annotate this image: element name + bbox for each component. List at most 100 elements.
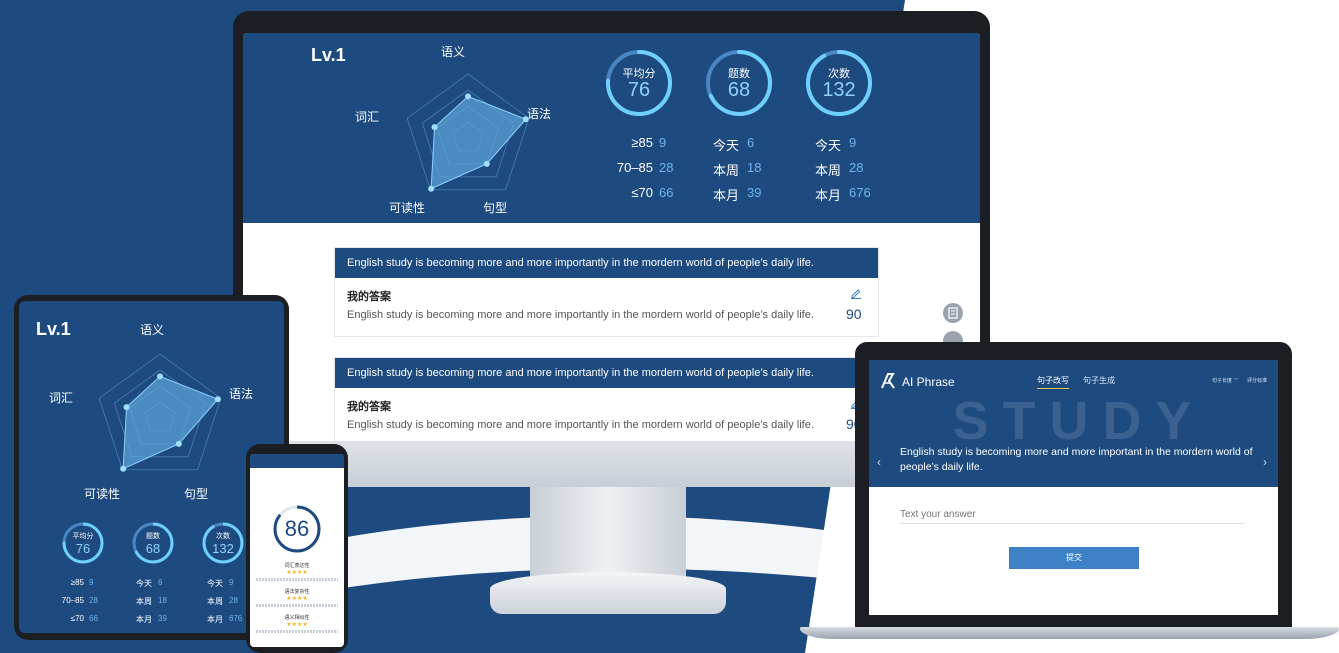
section-divider — [256, 630, 338, 633]
score-range-label: ≥85 — [70, 578, 84, 587]
scoring-criteria-link[interactable]: 评分标准 — [1247, 377, 1267, 384]
radar-axis-readability: 可读性 — [84, 487, 121, 501]
ring-count-value: 68 — [727, 79, 751, 101]
radar-chart — [406, 73, 530, 192]
times-period-label: 今天 — [815, 138, 842, 153]
star-rating: ★★★★ — [286, 622, 308, 628]
ring-times-value: 132 — [822, 79, 856, 101]
ring-times-value: 132 — [212, 541, 234, 556]
score-range-label: ≤70 — [631, 185, 653, 200]
answer-card: English study is becoming more and more … — [334, 247, 879, 337]
radar-chart — [98, 353, 222, 472]
ring-average-label: 平均分 — [72, 533, 94, 540]
radar-point — [431, 124, 438, 131]
score-range-label: 70–85 — [616, 160, 653, 175]
radar-point — [465, 93, 471, 100]
times-period-value: 676 — [229, 614, 243, 623]
edit-icon[interactable] — [850, 286, 862, 299]
section-title: 语法复杂性 — [284, 589, 310, 595]
ring-average-value: 76 — [627, 79, 651, 101]
radar-area — [430, 95, 527, 190]
score-range-value: 28 — [89, 596, 98, 605]
answer-input[interactable] — [900, 505, 1245, 524]
score-range-label: ≤70 — [70, 614, 84, 623]
total-score-value: 86 — [284, 516, 310, 541]
logo-icon[interactable] — [879, 372, 897, 390]
times-period-value: 28 — [229, 596, 238, 605]
times-period-label: 今天 — [207, 579, 223, 588]
radar-axis-vocabulary: 词汇 — [355, 110, 380, 124]
level-label: Lv.1 — [36, 319, 71, 339]
radar-point — [214, 396, 221, 403]
level-label: Lv.1 — [311, 45, 346, 65]
score-section: 语义相似性 ★★★★ — [250, 614, 344, 640]
question-prompt: English study is becoming more and more … — [335, 358, 878, 388]
radar-point — [428, 185, 435, 192]
section-divider — [256, 604, 338, 607]
next-arrow-icon[interactable]: › — [1263, 455, 1267, 469]
ring-question-count: 题数 68 — [705, 49, 773, 117]
answer-card: English study is becoming more and more … — [334, 357, 879, 441]
score-range-value: 9 — [659, 135, 667, 150]
score-section: 语法复杂性 ★★★★ — [250, 588, 344, 614]
laptop-base — [800, 627, 1339, 639]
hero-banner: STUDY AI Phrase 句子改写 句子生成 句子长度 ﹀ 评分标准 ‹ … — [869, 360, 1278, 487]
notes-icon[interactable] — [943, 303, 963, 323]
tab-generate[interactable]: 句子生成 — [1083, 375, 1115, 386]
radar-axis-semantic: 语义 — [441, 45, 466, 59]
star-rating: ★★★★ — [286, 570, 308, 576]
my-answer-text: English study is becoming more and more … — [347, 309, 814, 321]
ring-average-score: 平均分 76 — [62, 522, 104, 564]
tablet-screen: Lv.1 语义 语法 句型 可读性 词汇 平均分 76 题数 68 次数 132… — [19, 301, 284, 633]
stats-panel: Lv.1 语义 语法 句型 可读性 词汇 平均分 76 题数 68 次数 132… — [243, 33, 980, 223]
times-period-label: 本周 — [207, 597, 223, 606]
times-period-label: 本月 — [207, 615, 223, 624]
radar-area — [122, 375, 219, 470]
radar-point — [175, 440, 182, 447]
prev-arrow-icon[interactable]: ‹ — [877, 455, 881, 469]
monitor-stand — [530, 487, 686, 577]
radar-axis-semantic: 语义 — [140, 323, 165, 337]
ring-times-label: 次数 — [216, 533, 230, 540]
count-period-label: 今天 — [713, 138, 740, 153]
question-prompt: English study is becoming more and more … — [335, 248, 878, 278]
radar-axis-grammar: 语法 — [229, 387, 254, 401]
submit-button[interactable]: 提交 — [1009, 547, 1139, 569]
star-rating: ★★★★ — [286, 596, 308, 602]
radar-axis-vocabulary: 词汇 — [49, 391, 74, 405]
radar-point — [123, 404, 130, 411]
times-period-label: 本周 — [815, 163, 842, 178]
section-title: 语义相似性 — [284, 615, 310, 621]
radar-axis-pattern: 句型 — [483, 201, 508, 215]
count-period-value: 39 — [158, 614, 167, 623]
radar-axis-grammar: 语法 — [527, 107, 552, 121]
count-period-label: 本月 — [136, 615, 152, 624]
score-range-value: 66 — [659, 185, 674, 200]
section-title: 词汇表达性 — [284, 563, 310, 569]
phone-status-bar — [250, 454, 344, 468]
times-period-label: 本月 — [815, 188, 842, 203]
times-period-value: 9 — [849, 135, 857, 150]
tab-rewrite[interactable]: 句子改写 — [1037, 375, 1069, 389]
count-period-value: 39 — [747, 185, 762, 200]
total-score-ring: 86 — [272, 504, 322, 554]
sentence-length-dropdown[interactable]: 句子长度 ﹀ — [1212, 377, 1238, 384]
monitor-base — [490, 572, 726, 614]
ring-times: 次数 132 — [202, 522, 244, 564]
count-period-label: 今天 — [136, 579, 152, 588]
brand-name[interactable]: AI Phrase — [902, 375, 955, 389]
times-period-value: 9 — [229, 578, 234, 587]
question-prompt: English study is becoming more and more … — [900, 446, 1253, 473]
radar-axis-pattern: 句型 — [184, 487, 209, 501]
radar-point — [120, 465, 127, 472]
ring-count-value: 68 — [145, 541, 161, 556]
ring-times: 次数 132 — [805, 49, 873, 117]
laptop-screen: STUDY AI Phrase 句子改写 句子生成 句子长度 ﹀ 评分标准 ‹ … — [869, 360, 1278, 615]
count-period-label: 本周 — [713, 163, 740, 178]
count-period-value: 6 — [158, 578, 163, 587]
score-range-value: 9 — [89, 578, 94, 587]
radar-axis-readability: 可读性 — [389, 201, 426, 215]
my-answer-text: English study is becoming more and more … — [347, 419, 814, 431]
score-range-value: 66 — [89, 614, 98, 623]
times-period-value: 28 — [849, 160, 864, 175]
